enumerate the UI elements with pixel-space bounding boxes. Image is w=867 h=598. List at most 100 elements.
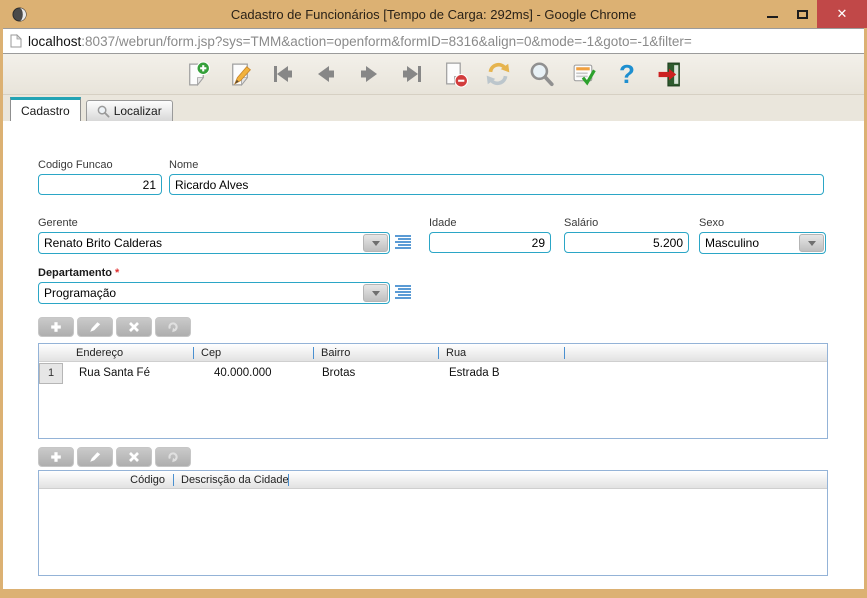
departamento-combobox[interactable]: Programação	[38, 282, 390, 304]
city-grid: Código Descrisção da Cidade	[38, 470, 828, 576]
last-record-button[interactable]	[397, 59, 427, 89]
svg-text:?: ?	[619, 60, 635, 88]
sexo-label: Sexo	[699, 217, 826, 229]
column-header-rua: Rua	[438, 344, 564, 361]
x-icon	[126, 450, 142, 464]
delete-row-button[interactable]	[116, 317, 152, 337]
idade-label: Idade	[429, 217, 551, 229]
gerente-dropdown-button[interactable]	[363, 234, 388, 252]
chevron-down-icon	[372, 291, 380, 296]
column-header-bairro: Bairro	[313, 344, 438, 361]
previous-record-button[interactable]	[311, 59, 341, 89]
address-grid-toolbar	[38, 317, 191, 337]
edit-record-button[interactable]	[225, 59, 255, 89]
refresh-button[interactable]	[483, 59, 513, 89]
refresh-rows-button[interactable]	[155, 447, 191, 467]
tab-cadastro[interactable]: Cadastro	[10, 97, 81, 121]
tab-localizar[interactable]: Localizar	[86, 100, 173, 121]
city-grid-header: Código Descrisção da Cidade	[39, 471, 827, 489]
url-path: :8037/webrun/form.jsp?sys=TMM&action=ope…	[81, 34, 691, 49]
add-row-button[interactable]	[38, 317, 74, 337]
previous-record-icon	[313, 61, 339, 87]
column-header-endereco: Endereço	[63, 344, 193, 361]
refresh-rows-button[interactable]	[155, 317, 191, 337]
close-button[interactable]: ✕	[817, 0, 867, 28]
confirm-icon	[570, 61, 598, 88]
pencil-icon	[87, 320, 103, 334]
address-bar[interactable]: localhost:8037/webrun/form.jsp?sys=TMM&a…	[3, 28, 864, 54]
chevron-down-icon	[808, 241, 816, 246]
magnifier-icon	[97, 105, 110, 118]
column-header-blank	[564, 344, 827, 361]
table-row[interactable]: 1 Rua Santa Fé 40.000.000 Brotas Estrada…	[39, 362, 827, 384]
departamento-dropdown-button[interactable]	[363, 284, 388, 302]
exit-icon	[656, 61, 684, 88]
sexo-value: Masculino	[705, 236, 759, 250]
sexo-dropdown-button[interactable]	[799, 234, 824, 252]
new-record-button[interactable]	[182, 59, 212, 89]
first-record-button[interactable]	[268, 59, 298, 89]
app-icon	[12, 7, 27, 22]
gerente-value: Renato Brito Calderas	[44, 236, 162, 250]
delete-record-button[interactable]	[440, 59, 470, 89]
idade-input[interactable]	[429, 232, 551, 253]
edit-row-button[interactable]	[77, 447, 113, 467]
tab-bar: Cadastro Localizar	[3, 95, 864, 121]
first-record-icon	[270, 61, 296, 87]
browser-frame: localhost:8037/webrun/form.jsp?sys=TMM&a…	[3, 28, 864, 589]
cell-cep: 40.000.000	[193, 367, 313, 379]
salario-label: Salário	[564, 217, 689, 229]
codigo-funcao-label: Codigo Funcao	[38, 159, 162, 171]
browser-window: Cadastro de Funcionários [Tempo de Carga…	[0, 0, 867, 598]
cell-endereco: Rua Santa Fé	[63, 367, 193, 379]
departamento-label: Departamento*	[38, 267, 390, 279]
exit-button[interactable]	[655, 59, 685, 89]
search-button[interactable]	[526, 59, 556, 89]
nome-input[interactable]	[169, 174, 824, 195]
gerente-combobox[interactable]: Renato Brito Calderas	[38, 232, 390, 254]
departamento-list-icon[interactable]	[394, 285, 412, 300]
last-record-icon	[399, 61, 425, 87]
salario-input[interactable]	[564, 232, 689, 253]
gerente-label: Gerente	[38, 217, 390, 229]
plus-icon	[48, 450, 64, 464]
cell-bairro: Brotas	[313, 367, 438, 379]
plus-icon	[48, 320, 64, 334]
address-grid: Endereço Cep Bairro Rua 1 Rua Santa Fé 4…	[38, 343, 828, 439]
column-header-blank	[288, 471, 827, 488]
url-text: localhost:8037/webrun/form.jsp?sys=TMM&a…	[28, 34, 692, 49]
refresh-icon	[165, 450, 181, 464]
departamento-value: Programação	[44, 286, 116, 300]
help-button[interactable]: ?	[612, 59, 642, 89]
edit-row-button[interactable]	[77, 317, 113, 337]
codigo-funcao-input[interactable]	[38, 174, 162, 195]
add-row-button[interactable]	[38, 447, 74, 467]
refresh-icon	[165, 320, 181, 334]
sexo-combobox[interactable]: Masculino	[699, 232, 826, 254]
window-title: Cadastro de Funcionários [Tempo de Carga…	[0, 7, 867, 22]
chevron-down-icon	[372, 241, 380, 246]
title-bar[interactable]: Cadastro de Funcionários [Tempo de Carga…	[0, 0, 867, 28]
new-record-icon	[183, 61, 211, 88]
maximize-button[interactable]	[787, 0, 817, 28]
x-icon	[126, 320, 142, 334]
row-number[interactable]: 1	[39, 363, 63, 384]
confirm-button[interactable]	[569, 59, 599, 89]
nome-label: Nome	[169, 159, 824, 171]
required-marker: *	[115, 267, 119, 279]
search-icon	[527, 60, 555, 88]
column-header-codigo: Código	[39, 471, 173, 488]
edit-record-icon	[226, 61, 254, 88]
next-record-icon	[356, 61, 382, 87]
delete-row-button[interactable]	[116, 447, 152, 467]
form-content: Codigo Funcao Nome Gerente Renato Brito …	[3, 121, 864, 589]
cell-rua: Estrada B	[438, 367, 564, 379]
next-record-button[interactable]	[354, 59, 384, 89]
tab-localizar-label: Localizar	[114, 104, 162, 118]
page-icon	[10, 34, 22, 48]
minimize-button[interactable]	[757, 0, 787, 28]
gerente-list-icon[interactable]	[394, 235, 412, 250]
help-icon: ?	[615, 60, 639, 88]
minimize-icon	[767, 16, 778, 18]
tab-cadastro-label: Cadastro	[21, 104, 70, 118]
